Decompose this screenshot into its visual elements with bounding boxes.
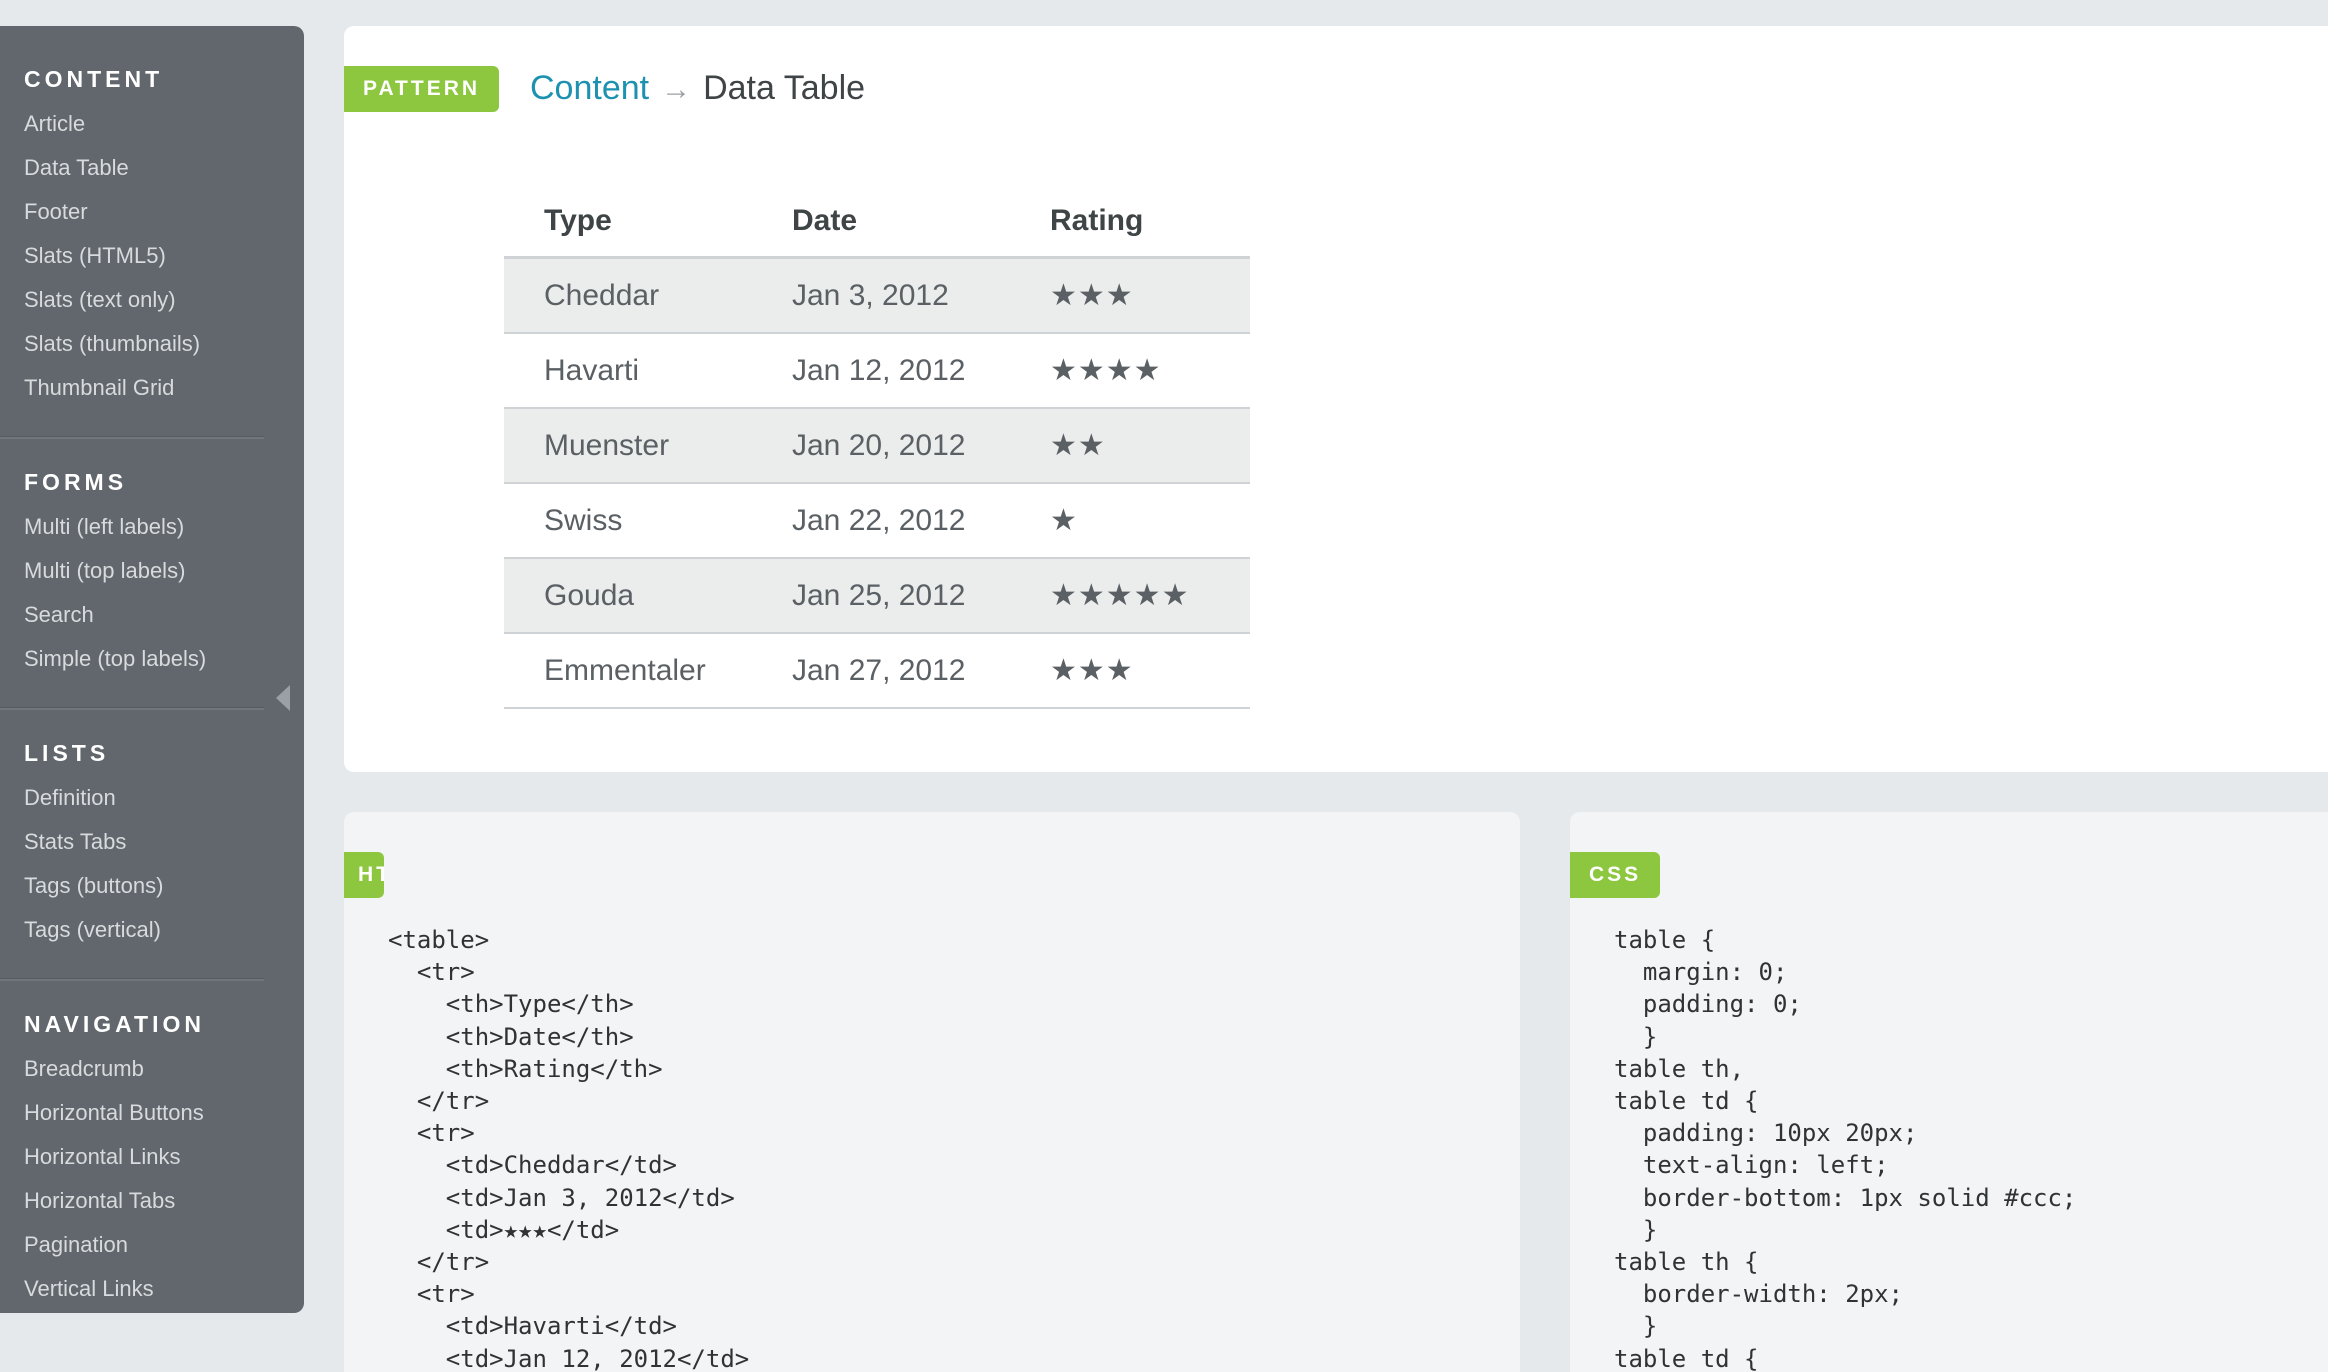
sidebar-item-breadcrumb[interactable]: Breadcrumb [24,1047,304,1091]
nav-divider [0,436,264,439]
sidebar-item-vertical-links[interactable]: Vertical Links [24,1267,304,1311]
cell-type: Gouda [504,558,752,634]
breadcrumb-current: Data Table [703,69,866,107]
table-row: Emmentaler Jan 27, 2012 ★★★ [504,633,1250,709]
table-row: Gouda Jan 25, 2012 ★★★★★ [504,558,1250,634]
cell-type: Cheddar [504,257,752,334]
table-row: Havarti Jan 12, 2012 ★★★★ [504,333,1250,409]
css-code-panel: CSS table { margin: 0; padding: 0; } tab… [1570,812,2328,1372]
sidebar-item-thumbnail-grid[interactable]: Thumbnail Grid [24,366,304,410]
data-table: Type Date Rating Cheddar Jan 3, 2012 ★★★… [504,186,1250,709]
nav-heading-navigation: NAVIGATION [24,1011,205,1037]
html-code-panel: HTML <table> <tr> <th>Type</th> <th>Date… [344,812,1520,1372]
column-header-date: Date [752,186,1010,259]
nav-heading-forms: FORMS [24,469,128,495]
sidebar-item-stats-tabs[interactable]: Stats Tabs [24,820,304,864]
nav-section-lists: LISTS Definition Stats Tabs Tags (button… [0,736,304,952]
star-rating-icon: ★★ [1010,408,1250,484]
nav-heading-lists: LISTS [24,740,110,766]
sidebar-item-definition[interactable]: Definition [24,776,304,820]
sidebar-item-multi-left-labels[interactable]: Multi (left labels) [24,505,304,549]
html-code-block: <table> <tr> <th>Type</th> <th>Date</th>… [388,926,750,1372]
sidebar-item-slats-text-only[interactable]: Slats (text only) [24,278,304,322]
cell-type: Swiss [504,483,752,559]
sidebar-item-article[interactable]: Article [24,102,304,146]
pattern-tag: PATTERN [344,66,499,112]
sidebar-item-pagination[interactable]: Pagination [24,1223,304,1267]
cell-date: Jan 12, 2012 [752,333,1010,409]
sidebar-item-simple-top-labels[interactable]: Simple (top labels) [24,637,304,681]
cell-date: Jan 3, 2012 [752,257,1010,334]
nav-heading-content: CONTENT [24,66,164,92]
html-tag: HTML [344,852,384,898]
column-header-type: Type [504,186,752,259]
star-rating-icon: ★★★ [1010,633,1250,709]
sidebar-item-tags-buttons[interactable]: Tags (buttons) [24,864,304,908]
sidebar-item-tags-vertical[interactable]: Tags (vertical) [24,908,304,952]
sidebar-item-multi-top-labels[interactable]: Multi (top labels) [24,549,304,593]
html-tag-label: HTML [358,863,384,886]
nav-section-forms: FORMS Multi (left labels) Multi (top lab… [0,465,304,681]
sidebar-item-horizontal-tabs[interactable]: Horizontal Tabs [24,1179,304,1223]
table-row: Swiss Jan 22, 2012 ★ [504,483,1250,559]
cell-type: Muenster [504,408,752,484]
table-row: Cheddar Jan 3, 2012 ★★★ [504,257,1250,334]
sidebar-item-footer[interactable]: Footer [24,190,304,234]
sidebar-item-slats-thumbnails[interactable]: Slats (thumbnails) [24,322,304,366]
pattern-panel: PATTERN Content → Data Table Type Date Rat… [344,26,2328,772]
triangle-left-icon[interactable] [276,685,290,711]
nav-divider [0,707,264,710]
star-rating-icon: ★ [1010,483,1250,559]
star-rating-icon: ★★★ [1010,257,1250,334]
breadcrumb-link-content[interactable]: Content [530,69,649,107]
breadcrumb: Content → Data Table [530,62,865,114]
table-header-row: Type Date Rating [504,186,1250,259]
nav-divider [0,978,264,981]
cell-date: Jan 25, 2012 [752,558,1010,634]
column-header-rating: Rating [1010,186,1250,259]
arrow-right-icon: → [661,73,692,106]
table-row: Muenster Jan 20, 2012 ★★ [504,408,1250,484]
css-code-block: table { margin: 0; padding: 0; } table t… [1614,926,2077,1372]
sidebar-item-horizontal-buttons[interactable]: Horizontal Buttons [24,1091,304,1135]
sidebar-item-data-table[interactable]: Data Table [24,146,304,190]
cell-date: Jan 22, 2012 [752,483,1010,559]
cell-type: Emmentaler [504,633,752,709]
sidebar-item-search[interactable]: Search [24,593,304,637]
cell-type: Havarti [504,333,752,409]
cell-date: Jan 20, 2012 [752,408,1010,484]
nav-section-navigation: NAVIGATION Breadcrumb Horizontal Buttons… [0,1007,304,1311]
sidebar-item-horizontal-links[interactable]: Horizontal Links [24,1135,304,1179]
sidebar: CONTENT Article Data Table Footer Slats … [0,26,304,1313]
nav-section-content: CONTENT Article Data Table Footer Slats … [0,62,304,410]
sidebar-item-slats-html5[interactable]: Slats (HTML5) [24,234,304,278]
star-rating-icon: ★★★★★ [1010,558,1250,634]
cell-date: Jan 27, 2012 [752,633,1010,709]
css-tag: CSS [1570,852,1660,898]
star-rating-icon: ★★★★ [1010,333,1250,409]
